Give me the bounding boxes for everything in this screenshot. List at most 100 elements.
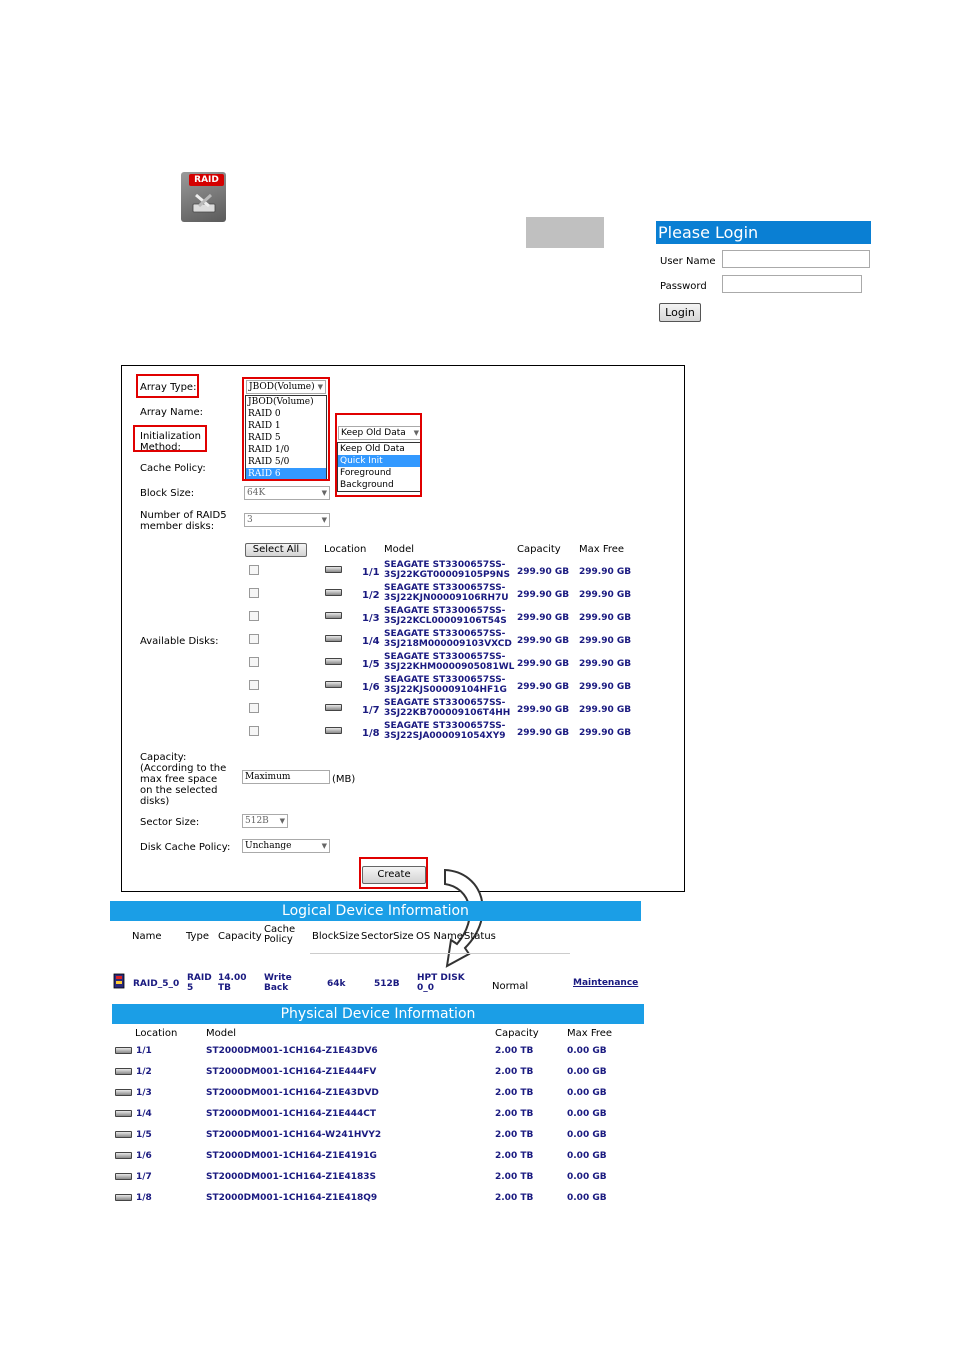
hard-disk-icon bbox=[325, 612, 342, 619]
disk-model-line2: 3SJ218M000009103VXCD bbox=[384, 639, 512, 649]
disk-checkbox[interactable] bbox=[249, 657, 259, 667]
hard-disk-icon bbox=[325, 635, 342, 642]
hard-disk-icon bbox=[325, 589, 342, 596]
disk-checkbox[interactable] bbox=[249, 680, 259, 690]
ld-col-type: Type bbox=[186, 931, 209, 942]
hard-disk-icon bbox=[115, 1152, 132, 1159]
password-input[interactable] bbox=[722, 275, 862, 293]
disk-model-line1: SEAGATE ST3300657SS- bbox=[384, 652, 506, 662]
disk-checkbox[interactable] bbox=[249, 634, 259, 644]
disk-model-line1: SEAGATE ST3300657SS- bbox=[384, 606, 506, 616]
pd-capacity: 2.00 TB bbox=[495, 1151, 534, 1161]
maintenance-link[interactable]: Maintenance bbox=[573, 978, 638, 988]
capacity-label: Capacity: (According to the max free spa… bbox=[140, 752, 227, 807]
pd-location: 1/3 bbox=[136, 1088, 152, 1098]
disk-checkbox[interactable] bbox=[249, 588, 259, 598]
disk-cache-select[interactable]: Unchange ▼ bbox=[242, 839, 330, 853]
ld-sectorsize: 512B bbox=[374, 979, 400, 989]
sector-size-select[interactable]: 512B ▼ bbox=[242, 814, 288, 828]
pd-location: 1/4 bbox=[136, 1109, 152, 1119]
disk-max-free: 299.90 GB bbox=[579, 728, 632, 738]
disk-cache-label: Disk Cache Policy: bbox=[140, 842, 231, 853]
login-panel: Please Login User Name Password Login bbox=[656, 221, 871, 331]
disk-location: 1/5 bbox=[362, 659, 380, 670]
pd-col-capacity: Capacity bbox=[495, 1028, 539, 1039]
disk-max-free: 299.90 GB bbox=[579, 613, 632, 623]
pd-location: 1/2 bbox=[136, 1067, 152, 1077]
disk-model-line2: 3SJ22KB700009106T4HH bbox=[384, 708, 511, 718]
pd-capacity: 2.00 TB bbox=[495, 1088, 534, 1098]
disk-location: 1/7 bbox=[362, 705, 380, 716]
init-method-select-highlight bbox=[335, 413, 422, 497]
disk-model-line1: SEAGATE ST3300657SS- bbox=[384, 583, 506, 593]
pd-model: ST2000DM001-1CH164-Z1E4183S bbox=[206, 1172, 377, 1182]
hard-disk-icon bbox=[325, 704, 342, 711]
capacity-input[interactable]: Maximum bbox=[242, 770, 330, 784]
hard-disk-icon bbox=[115, 1110, 132, 1117]
disk-capacity: 299.90 GB bbox=[517, 659, 570, 669]
pd-capacity: 2.00 TB bbox=[495, 1067, 534, 1077]
hard-disk-icon bbox=[325, 658, 342, 665]
disk-model-line2: 3SJ22KHM0000905081WL bbox=[384, 662, 515, 672]
pd-max-free: 0.00 GB bbox=[567, 1130, 607, 1140]
disk-location: 1/1 bbox=[362, 567, 380, 578]
disk-capacity: 299.90 GB bbox=[517, 567, 570, 577]
flow-arrow-icon bbox=[444, 868, 484, 968]
available-disks-label: Available Disks: bbox=[140, 636, 219, 647]
disk-checkbox[interactable] bbox=[249, 703, 259, 713]
disk-capacity: 299.90 GB bbox=[517, 613, 570, 623]
block-size-select[interactable]: 64K ▼ bbox=[244, 486, 330, 500]
select-all-button[interactable]: Select All bbox=[245, 543, 307, 557]
init-method-label-highlight bbox=[133, 425, 207, 452]
pd-col-location: Location bbox=[135, 1028, 178, 1039]
ld-status: Normal bbox=[492, 981, 529, 992]
array-type-select-highlight bbox=[242, 377, 330, 481]
raid-array-icon bbox=[113, 973, 125, 989]
hard-disk-icon bbox=[115, 1089, 132, 1096]
hard-disk-icon bbox=[115, 1131, 132, 1138]
member-disks-select[interactable]: 3 ▼ bbox=[244, 513, 330, 527]
raid-icon-label: RAID bbox=[189, 174, 224, 186]
pd-capacity: 2.00 TB bbox=[495, 1172, 534, 1182]
pd-col-maxfree: Max Free bbox=[567, 1028, 613, 1039]
disk-checkbox[interactable] bbox=[249, 565, 259, 575]
gray-placeholder-button[interactable] bbox=[526, 217, 604, 248]
wrench-icon bbox=[192, 193, 216, 213]
pd-model: ST2000DM001-1CH164-Z1E444FV bbox=[206, 1067, 377, 1077]
array-type-label-highlight bbox=[136, 374, 199, 398]
raid-app-icon[interactable]: RAID bbox=[181, 172, 226, 222]
pd-max-free: 0.00 GB bbox=[567, 1046, 607, 1056]
disk-capacity: 299.90 GB bbox=[517, 705, 570, 715]
username-input[interactable] bbox=[722, 250, 870, 268]
block-size-label: Block Size: bbox=[140, 488, 195, 499]
pd-location: 1/6 bbox=[136, 1151, 152, 1161]
disk-max-free: 299.90 GB bbox=[579, 567, 632, 577]
ld-col-name: Name bbox=[132, 931, 162, 942]
pd-max-free: 0.00 GB bbox=[567, 1193, 607, 1203]
member-disks-label: Number of RAID5 member disks: bbox=[140, 510, 227, 532]
disk-checkbox[interactable] bbox=[249, 611, 259, 621]
disk-capacity: 299.90 GB bbox=[517, 682, 570, 692]
password-label: Password bbox=[660, 281, 707, 292]
pd-capacity: 2.00 TB bbox=[495, 1130, 534, 1140]
disk-location: 1/6 bbox=[362, 682, 380, 693]
pd-max-free: 0.00 GB bbox=[567, 1109, 607, 1119]
disk-max-free: 299.90 GB bbox=[579, 705, 632, 715]
pd-model: ST2000DM001-1CH164-Z1E43DV6 bbox=[206, 1046, 378, 1056]
physical-device-header: Physical Device Information bbox=[112, 1004, 644, 1024]
disk-max-free: 299.90 GB bbox=[579, 682, 632, 692]
hard-disk-icon bbox=[115, 1047, 132, 1054]
pd-max-free: 0.00 GB bbox=[567, 1067, 607, 1077]
location-column-header: Location bbox=[324, 544, 367, 555]
ld-cache: Write Back bbox=[264, 973, 292, 993]
hard-disk-icon bbox=[115, 1068, 132, 1075]
login-title: Please Login bbox=[656, 221, 871, 244]
login-button[interactable]: Login bbox=[659, 303, 701, 322]
disk-checkbox[interactable] bbox=[249, 726, 259, 736]
pd-capacity: 2.00 TB bbox=[495, 1046, 534, 1056]
ld-col-blocksize: BlockSize bbox=[312, 931, 360, 942]
hard-disk-icon bbox=[325, 727, 342, 734]
ld-col-osname: OS Name bbox=[416, 931, 463, 942]
disk-max-free: 299.90 GB bbox=[579, 590, 632, 600]
disk-capacity: 299.90 GB bbox=[517, 636, 570, 646]
